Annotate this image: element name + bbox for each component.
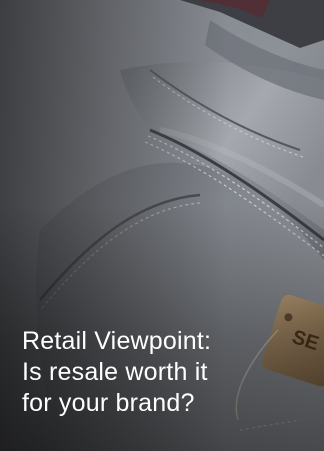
article-card[interactable]: SE Retail Viewpoint: Is resale worth it … — [0, 0, 324, 451]
article-title-line-1: Retail Viewpoint: — [22, 327, 212, 355]
article-title[interactable]: Retail Viewpoint: Is resale worth it for… — [22, 326, 302, 419]
article-title-line-3: for your brand? — [22, 389, 195, 417]
article-title-line-2: Is resale worth it — [22, 358, 208, 386]
